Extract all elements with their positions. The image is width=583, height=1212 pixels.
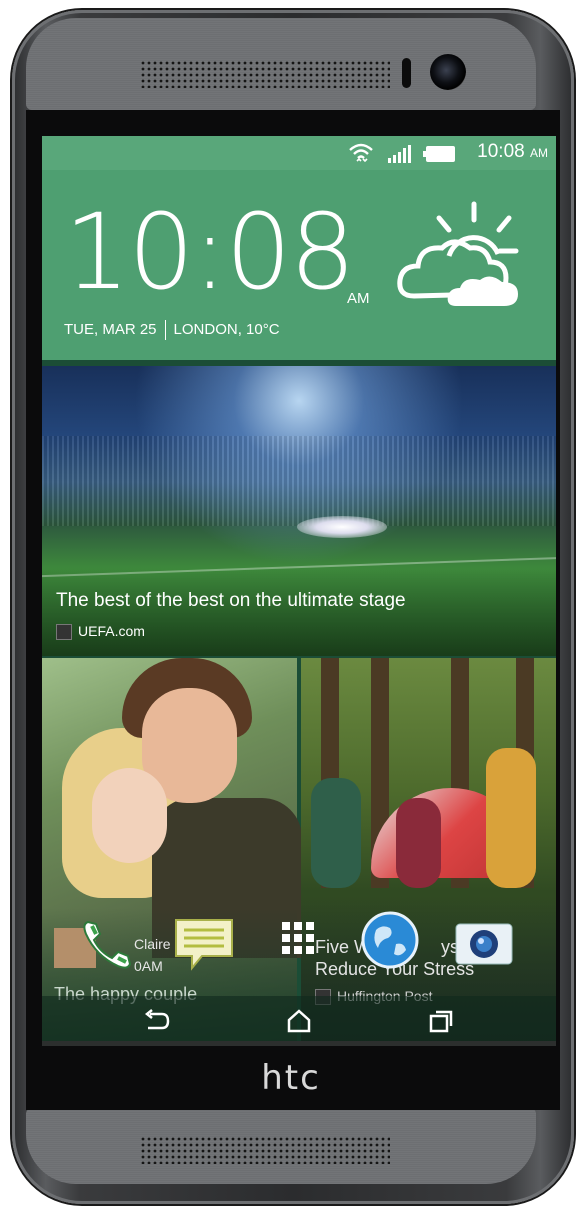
news-headline: The best of the best on the ultimate sta…: [56, 590, 406, 611]
clock-date-line: TUE, MAR 25 LONDON, 10°C: [64, 320, 280, 340]
navigation-bar: [42, 996, 556, 1046]
front-camera: [430, 54, 466, 90]
clock-location: LONDON, 10°C: [173, 320, 280, 338]
app-dock: [42, 906, 556, 996]
clock-widget[interactable]: 10:08 AM TUE, MAR 25 LONDON, 10°C: [42, 170, 556, 360]
status-time: 10:08 AM: [477, 141, 548, 162]
news-source: UEFA.com: [56, 623, 145, 641]
bottom-speaker-grille: [140, 1136, 390, 1164]
proximity-sensor: [402, 58, 411, 88]
phone-icon[interactable]: [78, 914, 138, 974]
stadium-crowd: [42, 436, 556, 526]
source-badge-icon: [56, 624, 72, 641]
brand-logo: htc: [261, 1058, 321, 1098]
battery-icon: [423, 146, 455, 162]
clock-ampm: AM: [347, 290, 370, 307]
home-icon[interactable]: [282, 1004, 316, 1038]
top-speaker-grille: [140, 60, 390, 88]
wifi-icon: [349, 143, 373, 163]
browser-icon[interactable]: [360, 910, 420, 970]
screen: 10:08 AM 10:08 AM TUE, MAR 25 LONDON, 10°…: [42, 136, 556, 1046]
apps-icon[interactable]: [268, 918, 328, 978]
center-ball-graphic: [297, 516, 387, 538]
news-card-uefa[interactable]: The best of the best on the ultimate sta…: [42, 366, 556, 656]
clock-time: 10:08: [64, 191, 356, 313]
messages-icon[interactable]: [174, 914, 234, 974]
clock-date: TUE, MAR 25: [64, 320, 157, 338]
signal-icon: [388, 145, 411, 163]
sun-cloud-icon: [397, 201, 519, 306]
photo-detail: [311, 778, 361, 888]
photo-detail: [486, 748, 536, 888]
photo-detail: [396, 798, 441, 888]
clock-divider: [164, 320, 166, 340]
status-bar: 10:08 AM: [42, 136, 556, 170]
screen-bottom-edge: [42, 1041, 556, 1046]
photo-detail: [92, 768, 167, 863]
camera-icon[interactable]: [454, 914, 514, 974]
back-icon[interactable]: [140, 1004, 174, 1038]
recents-icon[interactable]: [424, 1004, 458, 1038]
